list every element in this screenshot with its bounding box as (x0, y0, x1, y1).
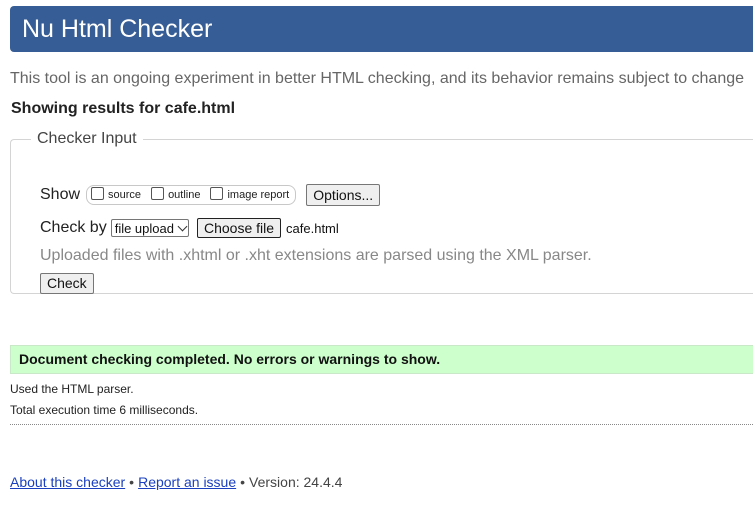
outline-checkbox[interactable] (151, 186, 165, 200)
tagline: This tool is an ongoing experiment in be… (10, 70, 745, 87)
footer-separator: • (129, 474, 135, 490)
checker-input-legend: Checker Input (37, 130, 137, 147)
options-button[interactable]: Options... (306, 184, 381, 206)
check-by-select-value: file upload (114, 220, 174, 236)
show-options-group: source outline image report (86, 185, 297, 205)
image-report-checkbox[interactable] (210, 186, 224, 200)
checker-input-fieldset: Checker Input Show source outline image … (10, 130, 753, 294)
parser-info: Used the HTML parser. (10, 382, 134, 396)
source-checkbox-label[interactable]: source (108, 189, 141, 201)
source-checkbox[interactable] (91, 186, 105, 200)
show-label: Show (40, 186, 81, 203)
app-title: Nu Html Checker (22, 15, 213, 43)
success-message: Document checking completed. No errors o… (10, 345, 753, 374)
choose-file-button[interactable]: Choose file (196, 218, 282, 238)
check-by-select[interactable]: file upload (110, 219, 189, 237)
divider (10, 424, 753, 425)
results-heading: Showing results for cafe.html (11, 100, 236, 117)
footer: About this checker • Report an issue • Versi… (10, 474, 342, 490)
check-row: Check (40, 273, 94, 294)
image-report-checkbox-label[interactable]: image report (227, 189, 289, 201)
report-issue-link[interactable]: Report an issue (138, 474, 236, 490)
version-text: Version: 24.4.4 (249, 474, 343, 490)
check-by-label: Check by (40, 219, 107, 236)
app-header: Nu Html Checker (10, 6, 753, 52)
check-by-row: Check by file upload Choose file cafe.ht… (40, 218, 339, 238)
about-checker-link[interactable]: About this checker (10, 474, 125, 490)
execution-time: Total execution time 6 milliseconds. (10, 403, 199, 417)
outline-checkbox-label[interactable]: outline (168, 189, 200, 201)
check-button[interactable]: Check (40, 273, 94, 294)
chevron-down-icon (177, 221, 188, 231)
xml-parser-note: Uploaded files with .xhtml or .xht exten… (40, 247, 592, 264)
footer-separator: • (240, 474, 246, 490)
show-row: Show source outline image report Options… (40, 184, 381, 206)
selected-file-name: cafe.html (286, 220, 339, 236)
